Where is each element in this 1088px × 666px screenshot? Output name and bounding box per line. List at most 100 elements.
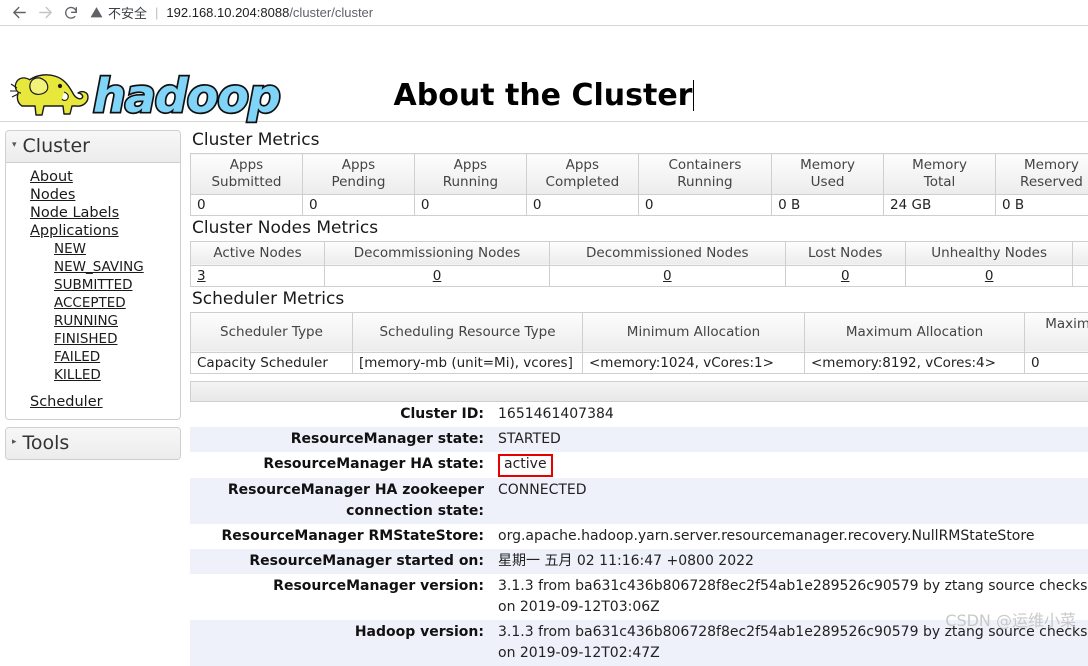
sidebar-item-app-finished[interactable]: FINISHED	[6, 330, 180, 348]
sidebar-item-app-accepted[interactable]: ACCEPTED	[6, 294, 180, 312]
table-row: Cluster ID: 1651461407384	[190, 402, 1088, 427]
col-decommissioning-nodes: Decommissioning Nodes	[324, 241, 549, 265]
cluster-nodes-metrics-table: Active Nodes Decommissioning Nodes Decom…	[190, 241, 1088, 287]
table-row: ResourceManager state: STARTED	[190, 427, 1088, 452]
cell-active-nodes: 3	[191, 265, 325, 286]
sidebar-section-cluster-label: Cluster	[23, 135, 90, 157]
sidebar-item-app-submitted[interactable]: SUBMITTED	[6, 276, 180, 294]
cell-minimum-allocation: <memory:1024, vCores:1>	[583, 353, 805, 374]
cell-apps-running: 0	[414, 194, 526, 215]
table-row: ResourceManager RMStateStore: org.apache…	[190, 524, 1088, 549]
col-apps-submitted: Apps Submitted	[191, 154, 303, 195]
col-scheduling-resource-type: Scheduling Resource Type	[353, 312, 583, 353]
cell-memory-used: 0 B	[772, 194, 884, 215]
value-rm-statestore: org.apache.hadoop.yarn.server.resourcema…	[492, 524, 1088, 549]
col-label: Memory Used	[800, 157, 855, 190]
sidebar-item-app-failed[interactable]: FAILED	[6, 348, 180, 366]
col-memory-reserved: Memory Reserved	[996, 154, 1088, 195]
value-rm-zk-state: CONNECTED	[492, 478, 1088, 524]
col-label: Memory Total	[912, 157, 967, 190]
warning-triangle-icon	[90, 6, 103, 19]
sidebar-item-app-new-saving[interactable]: NEW_SAVING	[6, 258, 180, 276]
main-content: Cluster Metrics Apps Submitted Apps Pend…	[186, 122, 1088, 666]
table-row: ResourceManager HA zookeeper connection …	[190, 478, 1088, 524]
text-caret	[693, 80, 694, 111]
col-label: Memory Reserved	[1020, 157, 1083, 190]
unhealthy-nodes-link[interactable]: 0	[985, 268, 994, 284]
value-hadoop-version: 3.1.3 from ba631c436b806728f8ec2f54ab1e2…	[492, 620, 1088, 666]
page-title-text: About the Cluster	[394, 78, 693, 113]
sidebar-section-cluster: ▾ Cluster About Nodes Node Labels Applic…	[5, 130, 181, 420]
cluster-details: Cluster ID: 1651461407384 ResourceManage…	[190, 381, 1088, 666]
cell-rebooted-nodes: 0	[1073, 265, 1088, 286]
cell-unhealthy-nodes: 0	[905, 265, 1072, 286]
col-memory-total: Memory Total	[884, 154, 996, 195]
cell-memory-total: 24 GB	[884, 194, 996, 215]
col-apps-pending: Apps Pending	[302, 154, 414, 195]
label-rm-state: ResourceManager state:	[190, 427, 492, 452]
value-rm-state: STARTED	[492, 427, 1088, 452]
sidebar: ▾ Cluster About Nodes Node Labels Applic…	[0, 122, 186, 467]
lost-nodes-link[interactable]: 0	[841, 268, 850, 284]
reload-button[interactable]	[58, 0, 84, 26]
cluster-details-header-strip	[190, 381, 1088, 402]
arrow-right-icon	[37, 4, 54, 21]
sidebar-item-app-running[interactable]: RUNNING	[6, 312, 180, 330]
reload-icon	[63, 5, 79, 21]
sidebar-section-tools-label: Tools	[23, 432, 70, 454]
col-unhealthy-nodes: Unhealthy Nodes	[905, 241, 1072, 265]
label-rm-version: ResourceManager version:	[190, 574, 492, 620]
label-rm-statestore: ResourceManager RMStateStore:	[190, 524, 492, 549]
table-row: 3 0 0 0 0 0	[191, 265, 1088, 286]
address-bar-url: 192.168.10.204:8088/cluster/cluster	[166, 5, 373, 20]
col-active-nodes: Active Nodes	[191, 241, 325, 265]
browser-toolbar: 不安全 | 192.168.10.204:8088/cluster/cluste…	[0, 0, 1088, 26]
value-rm-version: 3.1.3 from ba631c436b806728f8ec2f54ab1e2…	[492, 574, 1088, 620]
col-rebooted-nodes: Rebooted Nodes	[1073, 241, 1088, 265]
cell-decommissioned-nodes: 0	[550, 265, 786, 286]
sidebar-item-node-labels[interactable]: Node Labels	[6, 204, 180, 222]
page-title: About the Cluster	[0, 78, 1088, 113]
cell-lost-nodes: 0	[785, 265, 905, 286]
col-apps-running: Apps Running	[414, 154, 526, 195]
caret-down-icon: ▾	[12, 141, 17, 150]
sidebar-item-scheduler[interactable]: Scheduler	[6, 393, 180, 411]
back-button[interactable]	[6, 0, 32, 26]
sidebar-item-applications[interactable]: Applications	[6, 222, 180, 240]
decommissioned-nodes-link[interactable]: 0	[663, 268, 672, 284]
forward-button[interactable]	[32, 0, 58, 26]
page-header: hadoop About the Cluster	[0, 26, 1088, 122]
value-rm-started-on: 星期一 五月 02 11:16:47 +0800 2022	[492, 549, 1088, 574]
sidebar-item-app-new[interactable]: NEW	[6, 240, 180, 258]
omnibox-separator: |	[155, 5, 158, 20]
sidebar-item-nodes[interactable]: Nodes	[6, 186, 180, 204]
col-scheduler-type: Scheduler Type	[191, 312, 353, 353]
active-nodes-link[interactable]: 3	[197, 268, 206, 284]
sidebar-item-about[interactable]: About	[6, 168, 180, 186]
page-layout: ▾ Cluster About Nodes Node Labels Applic…	[0, 122, 1088, 666]
sidebar-item-app-killed[interactable]: KILLED	[6, 366, 180, 384]
label-rm-zk-state: ResourceManager HA zookeeper connection …	[190, 478, 492, 524]
sidebar-spacer	[6, 384, 180, 393]
scheduler-metrics-title: Scheduler Metrics	[192, 289, 1088, 309]
value-rm-ha-state-cell: active	[492, 452, 1088, 478]
decommissioning-nodes-link[interactable]: 0	[433, 268, 442, 284]
sidebar-section-tools-header[interactable]: ▸ Tools	[6, 428, 180, 459]
cell-scheduler-type: Capacity Scheduler	[191, 353, 353, 374]
col-lost-nodes: Lost Nodes	[785, 241, 905, 265]
sidebar-section-cluster-body: About Nodes Node Labels Applications NEW…	[6, 163, 180, 419]
address-bar[interactable]: 不安全 | 192.168.10.204:8088/cluster/cluste…	[90, 3, 1082, 23]
col-decommissioned-nodes: Decommissioned Nodes	[550, 241, 786, 265]
rm-version-line1: 3.1.3 from ba631c436b806728f8ec2f54ab1e2…	[498, 576, 1088, 597]
caret-right-icon: ▸	[12, 438, 17, 447]
label-hadoop-version: Hadoop version:	[190, 620, 492, 666]
arrow-left-icon	[11, 4, 28, 21]
table-row: Hadoop version: 3.1.3 from ba631c436b806…	[190, 620, 1088, 666]
table-row: Capacity Scheduler [memory-mb (unit=Mi),…	[191, 353, 1088, 374]
security-status-label: 不安全	[108, 3, 147, 22]
sidebar-section-cluster-header[interactable]: ▾ Cluster	[6, 131, 180, 163]
label-cluster-id: Cluster ID:	[190, 402, 492, 427]
col-memory-used: Memory Used	[772, 154, 884, 195]
col-max-app-priority: Maximum Cluster Application Priority	[1025, 312, 1088, 353]
table-row: ResourceManager started on: 星期一 五月 02 11…	[190, 549, 1088, 574]
